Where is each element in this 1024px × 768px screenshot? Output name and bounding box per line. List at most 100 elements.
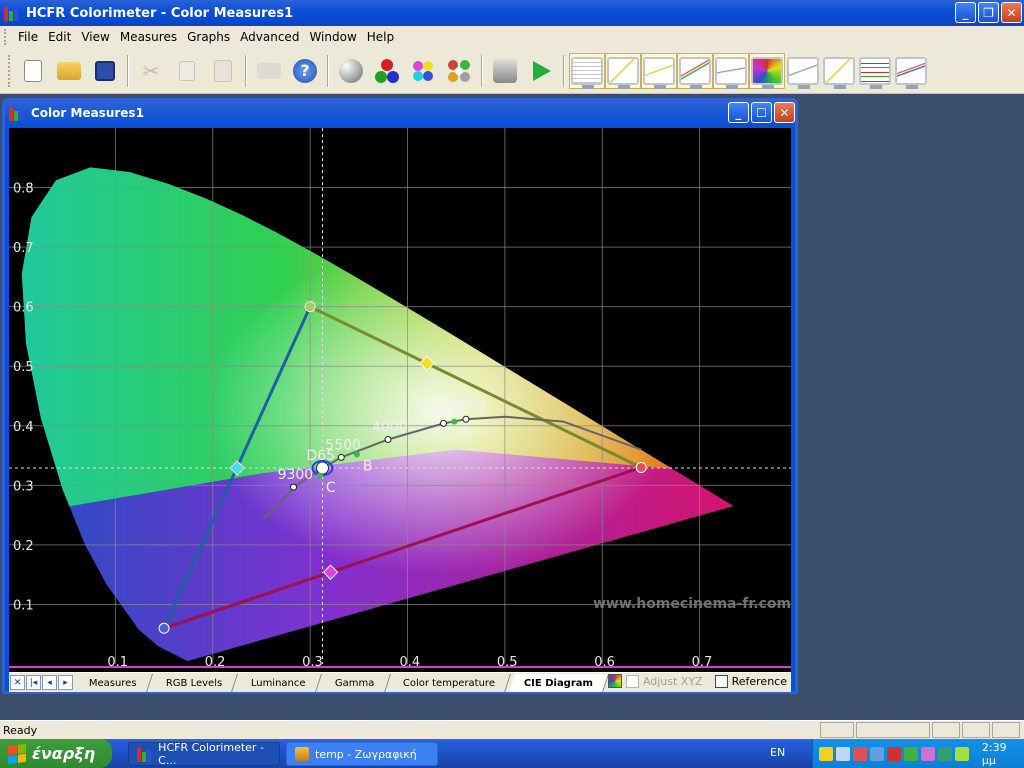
reference-checkbox[interactable] xyxy=(714,674,728,688)
tab-measures[interactable]: Measures xyxy=(74,673,153,692)
child-minimize-button[interactable]: _ xyxy=(728,102,749,123)
cut-button[interactable]: ✂ xyxy=(133,53,169,89)
tab-prev-button[interactable]: ◂ xyxy=(42,675,57,690)
menu-advanced[interactable]: Advanced xyxy=(235,30,304,44)
toolbar-grip xyxy=(8,54,11,87)
view-rgb-button[interactable] xyxy=(605,52,641,89)
language-indicator[interactable]: EN xyxy=(770,746,785,759)
shield-icon[interactable] xyxy=(819,746,833,761)
toolbar: ✂ ? xyxy=(0,48,1024,94)
y-tick-label: 0.6 xyxy=(13,301,34,316)
help-button[interactable]: ? xyxy=(287,53,323,89)
tray-app-icon[interactable] xyxy=(937,746,952,761)
y-tick-label: 0.1 xyxy=(13,598,34,613)
primary-point-red xyxy=(635,461,647,473)
view-measures-button[interactable] xyxy=(569,52,605,89)
close-button[interactable]: ✕ xyxy=(1001,2,1022,23)
view-luminance-button[interactable] xyxy=(641,52,677,89)
save-button[interactable] xyxy=(87,53,123,89)
gray-spheres-icon xyxy=(339,58,363,83)
task-hcfr[interactable]: HCFR Colorimeter - C... xyxy=(128,741,280,767)
view-temperature-button[interactable] xyxy=(713,52,749,89)
tab-label: RGB Levels xyxy=(165,677,223,688)
copy-icon xyxy=(179,60,195,81)
menu-measures[interactable]: Measures xyxy=(115,30,182,44)
printer-icon xyxy=(257,62,281,79)
copy-button[interactable] xyxy=(169,53,205,89)
tray-app-icon[interactable] xyxy=(920,746,935,761)
tab-cie-diagram[interactable]: CIE Diagram xyxy=(509,673,610,692)
tab-rgb-levels[interactable]: RGB Levels xyxy=(150,673,238,692)
open-folder-button[interactable] xyxy=(51,53,87,89)
tray-app-icon[interactable] xyxy=(869,746,884,761)
monitor-graph-icon xyxy=(859,56,891,89)
cct-point xyxy=(290,483,298,491)
restore-button[interactable]: ❐ xyxy=(978,2,999,23)
minimize-button[interactable]: _ xyxy=(955,2,976,23)
task-label: temp - Ζωγραφική xyxy=(315,747,417,761)
network-error-icon[interactable] xyxy=(852,746,867,761)
tab-gamma[interactable]: Gamma xyxy=(319,673,391,692)
menu-help[interactable]: Help xyxy=(362,30,399,44)
run-button[interactable] xyxy=(523,53,559,89)
child-logo-icon xyxy=(9,105,25,121)
tab-next-button[interactable]: ▸ xyxy=(58,675,73,690)
app-logo-icon xyxy=(4,5,20,21)
reference-label: Reference xyxy=(731,674,787,688)
network-icon[interactable] xyxy=(835,746,850,761)
floppy-disk-icon xyxy=(95,60,115,81)
y-tick-label: 0.7 xyxy=(13,241,34,256)
child-close-button[interactable]: ✕ xyxy=(774,102,795,123)
view-graph-3-button[interactable] xyxy=(857,53,893,89)
toolbar-separator xyxy=(563,54,565,87)
status-text: Ready xyxy=(3,723,38,737)
tab-close-button[interactable]: ✕ xyxy=(10,675,25,690)
menu-edit[interactable]: Edit xyxy=(43,30,76,44)
tab-first-button[interactable]: |◂ xyxy=(26,675,41,690)
y-tick-label: 0.5 xyxy=(13,360,34,375)
task-label: HCFR Colorimeter - C... xyxy=(158,741,264,767)
measure-secondaries-button[interactable] xyxy=(405,53,441,89)
view-graph-2-button[interactable] xyxy=(821,53,857,89)
tray-app-icon[interactable] xyxy=(903,746,918,761)
monitor-cie-icon xyxy=(751,56,783,89)
tab-color-temperature[interactable]: Color temperature xyxy=(388,673,512,692)
task-paint[interactable]: temp - Ζωγραφική xyxy=(286,742,438,766)
view-gamma-button[interactable] xyxy=(677,52,713,89)
start-label: έναρξη xyxy=(32,744,96,763)
view-graph-1-button[interactable] xyxy=(785,53,821,89)
cie-diagram-plot[interactable]: 0.1 0.2 0.3 0.4 0.5 0.6 0.7 0.1 0.2 0.3 0.4 0.5 0.6 0… xyxy=(9,128,791,672)
measure-primaries-button[interactable] xyxy=(369,53,405,89)
child-maximize-button[interactable]: ☐ xyxy=(751,102,772,123)
new-document-button[interactable] xyxy=(15,53,51,89)
spectral-locus xyxy=(21,167,734,662)
scissors-icon: ✂ xyxy=(142,58,160,83)
cct-label: 4000 xyxy=(372,419,408,435)
primary-point-blue xyxy=(158,622,170,634)
snapshot-button[interactable] xyxy=(487,53,523,89)
menu-view[interactable]: View xyxy=(76,30,114,44)
menu-window[interactable]: Window xyxy=(304,30,361,44)
monitor-table-icon xyxy=(571,56,603,89)
print-button[interactable] xyxy=(251,53,287,89)
clipboard-icon xyxy=(214,59,232,82)
window-title: HCFR Colorimeter - Color Measures1 xyxy=(26,5,294,21)
view-cie-button[interactable] xyxy=(749,52,785,89)
measure-all-button[interactable] xyxy=(441,53,477,89)
clock[interactable]: 2:39 μμ xyxy=(982,741,1024,767)
palette-icon[interactable] xyxy=(607,674,622,688)
battery-icon[interactable] xyxy=(954,746,969,761)
primary-point-green xyxy=(304,301,316,313)
security-alert-icon[interactable] xyxy=(886,746,901,761)
monitor-curve-icon xyxy=(607,56,639,89)
measure-gray-button[interactable] xyxy=(333,53,369,89)
view-tabs: ✕ |◂ ◂ ▸ Measures RGB Levels Luminance G… xyxy=(9,672,791,692)
view-graph-4-button[interactable] xyxy=(893,53,929,89)
start-button[interactable]: έναρξη xyxy=(0,739,112,768)
adjust-xyz-checkbox[interactable] xyxy=(625,674,639,688)
menu-file[interactable]: File xyxy=(13,30,43,44)
tab-luminance[interactable]: Luminance xyxy=(236,673,322,692)
paste-button[interactable] xyxy=(205,53,241,89)
menu-graphs[interactable]: Graphs xyxy=(182,30,235,44)
monitor-luminance-icon xyxy=(643,56,675,89)
